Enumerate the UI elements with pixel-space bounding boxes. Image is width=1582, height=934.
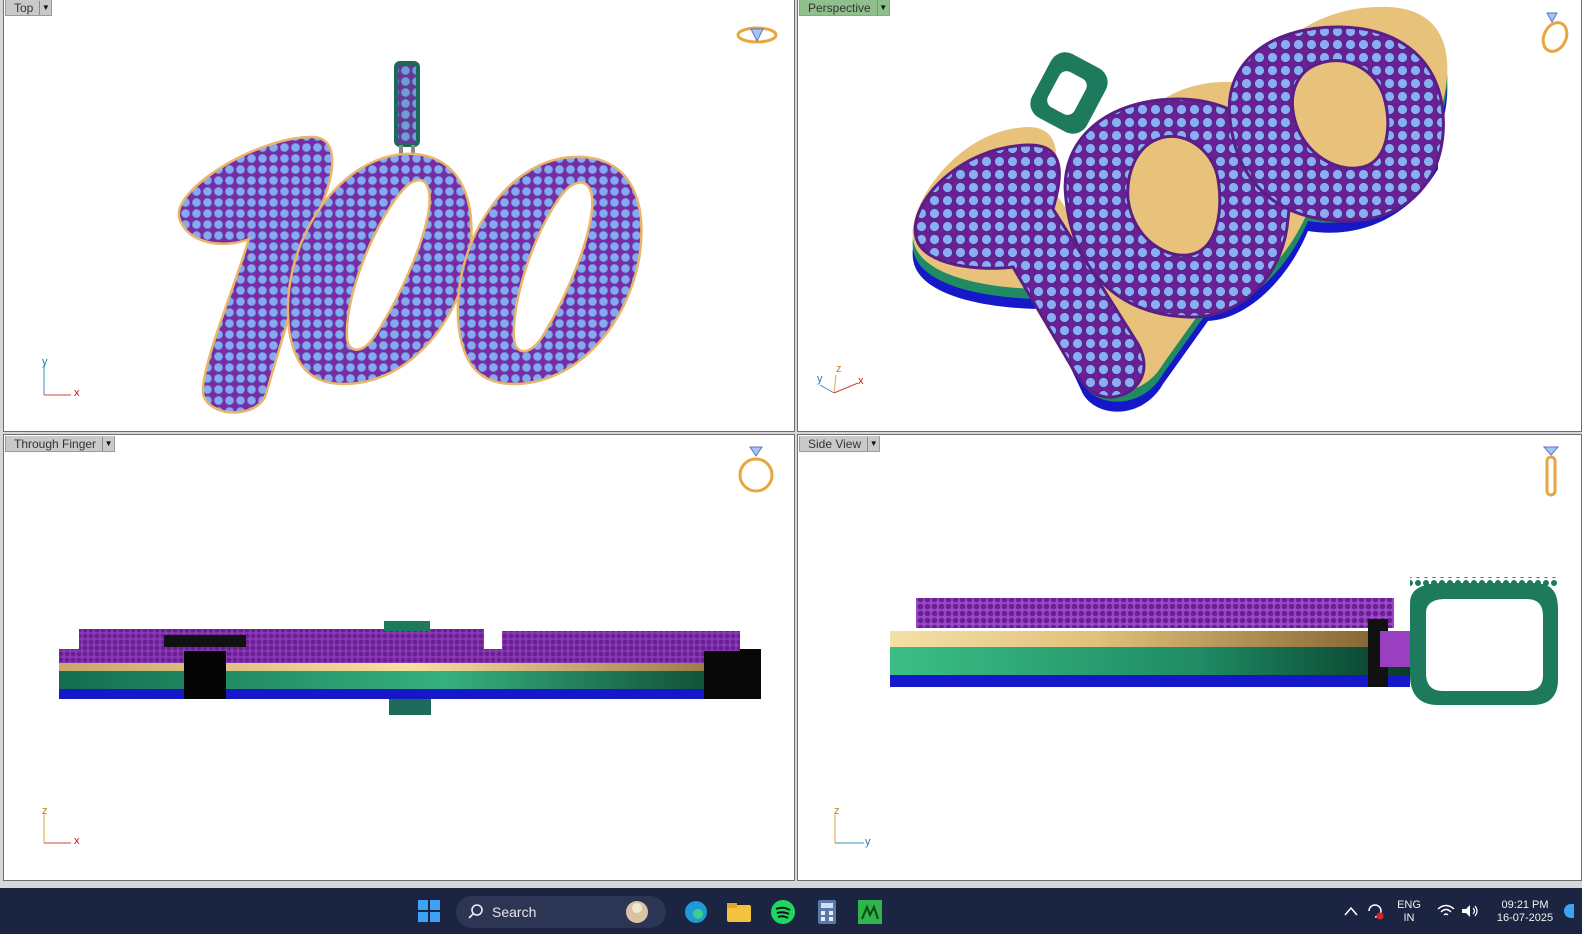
pendant-side-through-finger [59, 621, 761, 715]
perspective-view-scene[interactable] [798, 0, 1582, 432]
ring-top-gizmo-icon[interactable] [734, 21, 780, 47]
file-explorer-icon[interactable] [725, 898, 753, 926]
taskbar: Search ENG IN 09:21 PM 16-07-2025 [0, 888, 1582, 934]
ring-front-gizmo-icon[interactable] [736, 443, 776, 495]
chevron-down-icon[interactable]: ▼ [39, 0, 51, 15]
spotify-icon[interactable] [769, 898, 797, 926]
ring-perspective-gizmo-icon[interactable] [1535, 7, 1575, 55]
top-view-scene[interactable] [4, 0, 795, 432]
notification-edge-indicator[interactable] [1564, 904, 1574, 918]
side-view-scene[interactable] [798, 435, 1582, 881]
language-indicator[interactable]: ENG IN [1392, 899, 1426, 925]
taskbar-search-box[interactable]: Search [456, 896, 666, 928]
bail-top [394, 61, 420, 159]
chevron-up-icon[interactable] [1342, 902, 1360, 920]
viewport-top-label: Top [14, 0, 34, 15]
viewport-side-view-tab[interactable]: Side View ▼ [799, 436, 881, 452]
calculator-icon[interactable] [813, 898, 841, 926]
axis-label-v: z [42, 805, 48, 817]
viewport-perspective-tab[interactable]: Perspective ▼ [799, 0, 890, 16]
viewport-through-finger[interactable]: Through Finger ▼ z x [3, 434, 795, 881]
matrix-app-icon[interactable] [856, 898, 884, 926]
axis-label-v: z [834, 805, 840, 817]
language-code: ENG [1397, 899, 1421, 911]
chevron-down-icon[interactable]: ▼ [102, 436, 114, 451]
pendant-side-view [890, 577, 1558, 705]
edge-icon[interactable] [682, 898, 710, 926]
windows-start-icon[interactable] [416, 898, 442, 924]
viewport-through-finger-tab[interactable]: Through Finger ▼ [5, 436, 116, 452]
axis-label-h: x [74, 835, 80, 847]
clock-date: 16-07-2025 [1496, 912, 1554, 924]
ring-side-gizmo-icon[interactable] [1538, 443, 1568, 499]
axis-label-3: x [858, 375, 864, 387]
search-highlight-icon [618, 899, 656, 928]
search-label: Search [492, 904, 537, 920]
language-region: IN [1403, 912, 1415, 924]
viewport-top-tab[interactable]: Top ▼ [5, 0, 53, 16]
axis-label-h: x [74, 387, 80, 399]
clock-time: 09:21 PM [1501, 899, 1549, 911]
viewport-perspective-label: Perspective [808, 0, 871, 15]
viewport-top[interactable]: Top ▼ y x [3, 0, 795, 432]
viewport-perspective[interactable]: Perspective ▼ y z x [797, 0, 1582, 432]
viewport-through-finger-label: Through Finger [14, 436, 97, 451]
viewport-side-view[interactable]: Side View ▼ z y [797, 434, 1582, 881]
search-icon [468, 903, 484, 922]
volume-icon[interactable] [1460, 902, 1480, 920]
axis-label-2: z [836, 363, 842, 375]
axis-label-1: y [817, 373, 823, 385]
axis-label-h: y [865, 836, 871, 848]
chevron-down-icon[interactable]: ▼ [867, 436, 879, 451]
viewport-side-view-label: Side View [808, 436, 862, 451]
digit-zero-2-top [456, 155, 643, 386]
sync-icon[interactable] [1364, 900, 1386, 922]
through-finger-scene[interactable] [4, 435, 795, 881]
wifi-icon[interactable] [1436, 902, 1456, 920]
chevron-down-icon[interactable]: ▼ [876, 0, 889, 15]
axis-label-v: y [42, 356, 48, 368]
clock[interactable]: 09:21 PM 16-07-2025 [1490, 899, 1560, 925]
